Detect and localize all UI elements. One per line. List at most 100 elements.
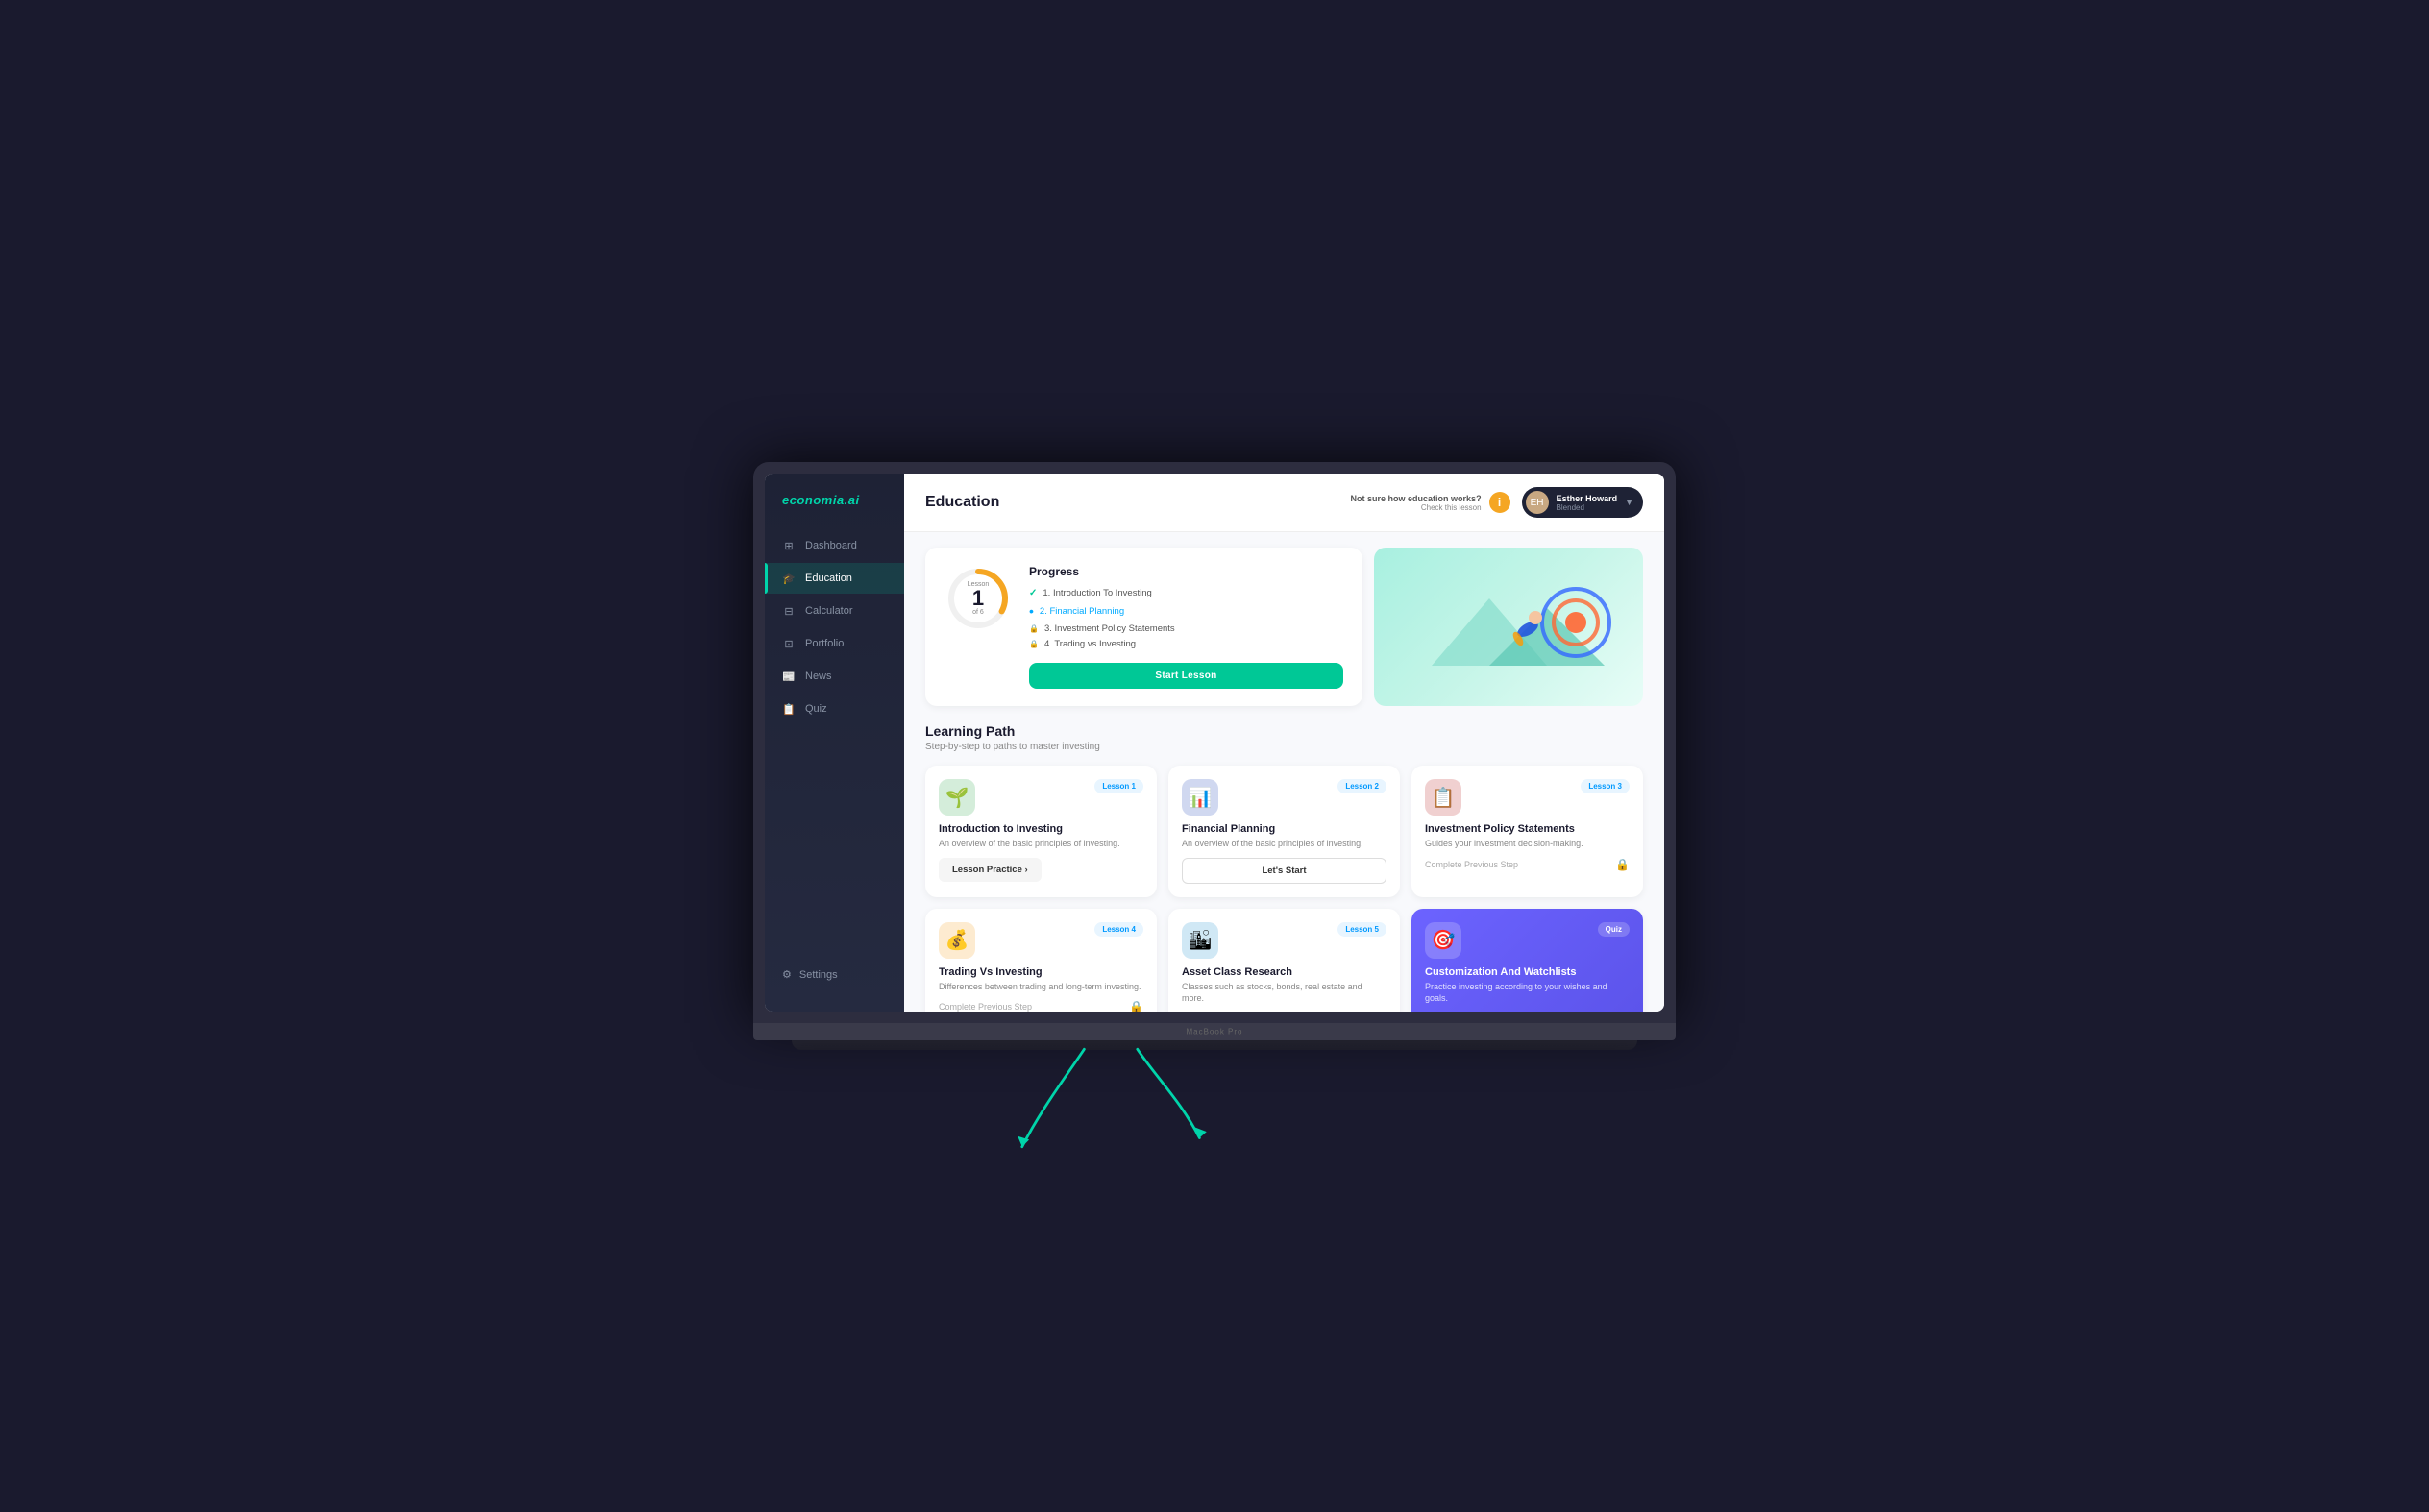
lesson2-badge: Lesson 2 [1337,779,1386,793]
user-plan: Blended [1557,503,1618,512]
sidebar-item-education[interactable]: 🎓 Education [765,563,904,594]
sidebar-item-label: Education [805,573,852,584]
lesson5-icon: 🏙 [1182,922,1218,959]
card-top-row-quiz: 🎯 Quiz [1425,922,1630,959]
lesson2-info: Financial Planning An overview of the ba… [1182,823,1386,850]
banner-illustration [1374,548,1643,706]
sidebar-item-settings[interactable]: ⚙ Settings [765,957,904,992]
main-content: Education Not sure how education works? … [904,474,1664,1012]
cards-grid-row2: 💰 Lesson 4 Trading Vs Investing Differen… [925,909,1643,1012]
info-icon[interactable]: i [1489,492,1510,513]
section-title: Learning Path [925,723,1643,739]
lesson-number: 1 [968,588,990,609]
lesson2-title: Financial Planning [1182,823,1386,835]
quiz-title: Customization And Watchlists [1425,966,1630,978]
quiz-icon: 📋 [782,702,796,716]
quiz-info: Customization And Watchlists Practice in… [1425,966,1630,1005]
lesson5-title: Asset Class Research [1182,966,1386,978]
lesson-card-3: 📋 Lesson 3 Investment Policy Statements … [1411,766,1643,897]
lesson1-icon: 🌱 [939,779,975,816]
calculator-icon: ⊟ [782,604,796,618]
progress-title: Progress [1029,565,1343,578]
lesson4-badge: Lesson 4 [1094,922,1143,937]
lesson2-action: Let's Start [1182,858,1386,884]
news-icon: 📰 [782,670,796,683]
section-subtitle: Step-by-step to paths to master investin… [925,742,1643,752]
card-top-row-2: 📊 Lesson 2 [1182,779,1386,816]
hint-sub: Check this lesson [1351,503,1482,512]
lesson5-desc: Classes such as stocks, bonds, real esta… [1182,981,1386,1005]
lesson1-badge: Lesson 1 [1094,779,1143,793]
lesson2-icon: 📊 [1182,779,1218,816]
lesson3-desc: Guides your investment decision-making. [1425,838,1630,850]
sidebar-item-label: Portfolio [805,638,844,649]
lesson1-desc: An overview of the basic principles of i… [939,838,1143,850]
sidebar-item-quiz[interactable]: 📋 Quiz [765,694,904,724]
progress-item-4: 4. Trading vs Investing [1029,639,1343,649]
lesson-practice-button[interactable]: Lesson Practice › [939,858,1042,882]
sidebar-item-label: Quiz [805,703,827,715]
progress-item-2: 2. Financial Planning [1029,603,1343,619]
header-right: Not sure how education works? Check this… [1351,487,1643,518]
settings-icon: ⚙ [782,968,792,981]
laptop-base [753,1023,1676,1040]
sidebar-item-label: News [805,671,832,682]
start-lesson-button[interactable]: Start Lesson [1029,663,1343,689]
lock-icon: 🔒 [1615,858,1630,871]
lesson-card-4: 💰 Lesson 4 Trading Vs Investing Differen… [925,909,1157,1012]
progress-item-1: 1. Introduction To Investing [1029,588,1343,598]
sidebar-item-label: Dashboard [805,540,857,551]
sidebar: economia.ai ⊞ Dashboard 🎓 Education ⊟ Ca… [765,474,904,1012]
portfolio-icon: ⊡ [782,637,796,650]
banner-card [1374,548,1643,706]
header-hint: Not sure how education works? Check this… [1351,492,1510,513]
education-icon: 🎓 [782,572,796,585]
annotation-arrows [1012,1040,1281,1156]
progress-details: Progress 1. Introduction To Investing 2.… [1029,565,1343,689]
hint-title: Not sure how education works? [1351,494,1482,503]
lesson5-badge: Lesson 5 [1337,922,1386,937]
user-info: Esther Howard Blended [1557,494,1618,512]
lesson3-action: Complete Previous Step 🔒 [1425,858,1630,871]
sidebar-item-label: Calculator [805,605,853,617]
card-top-row-4: 💰 Lesson 4 [939,922,1143,959]
lesson3-title: Investment Policy Statements [1425,823,1630,835]
sidebar-item-portfolio[interactable]: ⊡ Portfolio [765,628,904,659]
card-top-row-1: 🌱 Lesson 1 [939,779,1143,816]
settings-label: Settings [799,969,838,981]
sidebar-item-news[interactable]: 📰 News [765,661,904,692]
logo: economia.ai [765,493,904,530]
progress-card: Lesson 1 of 6 Progress 1. Introduction T… [925,548,1362,706]
hint-text: Not sure how education works? Check this… [1351,494,1482,512]
lesson-card-5: 🏙 Lesson 5 Asset Class Research Classes … [1168,909,1400,1012]
progress-center: Lesson 1 of 6 [968,581,990,616]
lesson1-action: Lesson Practice › [939,858,1143,882]
sidebar-item-dashboard[interactable]: ⊞ Dashboard [765,530,904,561]
user-badge[interactable]: EH Esther Howard Blended ▼ [1522,487,1643,518]
banner-svg [1393,560,1624,695]
user-name: Esther Howard [1557,494,1618,503]
lesson2-desc: An overview of the basic principles of i… [1182,838,1386,850]
lesson1-info: Introduction to Investing An overview of… [939,823,1143,850]
lesson1-title: Introduction to Investing [939,823,1143,835]
lesson4-icon: 💰 [939,922,975,959]
lesson3-icon: 📋 [1425,779,1461,816]
quiz-card-icon: 🎯 [1425,922,1461,959]
sidebar-item-calculator[interactable]: ⊟ Calculator [765,596,904,626]
sidebar-nav: ⊞ Dashboard 🎓 Education ⊟ Calculator ⊡ P… [765,530,904,957]
complete-prev-label-4: Complete Previous Step [939,1002,1032,1012]
laptop-foot [792,1040,1637,1050]
quiz-desc: Practice investing according to your wis… [1425,981,1630,1005]
card-top-row-3: 📋 Lesson 3 [1425,779,1630,816]
complete-prev-label: Complete Previous Step [1425,860,1518,869]
chevron-down-icon: ▼ [1625,498,1633,507]
progress-item-3: 3. Investment Policy Statements [1029,623,1343,634]
lesson4-action: Complete Previous Step 🔒 [939,1000,1143,1012]
card-top-row-5: 🏙 Lesson 5 [1182,922,1386,959]
header: Education Not sure how education works? … [904,474,1664,532]
lesson5-info: Asset Class Research Classes such as sto… [1182,966,1386,1005]
lesson-card-2: 📊 Lesson 2 Financial Planning An overvie… [1168,766,1400,897]
lesson-card-quiz: 🎯 Quiz Customization And Watchlists Prac… [1411,909,1643,1012]
lets-start-button[interactable]: Let's Start [1182,858,1386,884]
lesson-of: of 6 [968,609,990,616]
